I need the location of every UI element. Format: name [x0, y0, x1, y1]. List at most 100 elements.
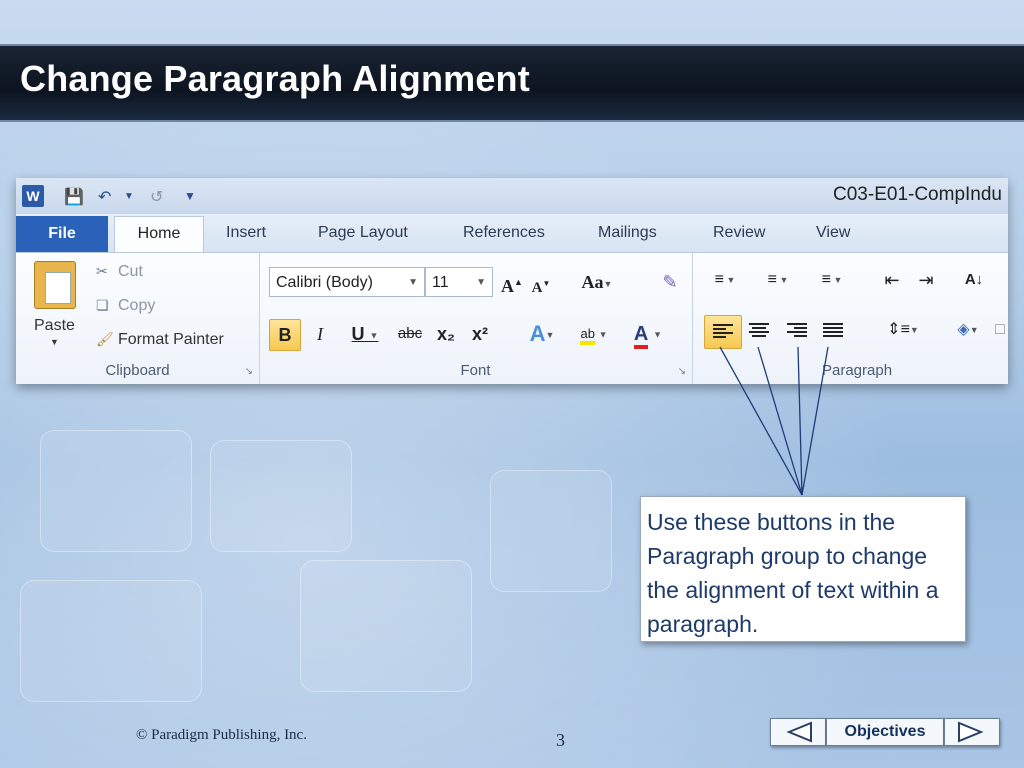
font-size-value: 11	[432, 274, 449, 291]
clear-formatting-icon[interactable]: ✎	[657, 267, 683, 297]
bold-button[interactable]: B	[269, 319, 301, 351]
copy-label: Copy	[118, 297, 156, 314]
font-color-label: A	[633, 323, 648, 349]
text-effects-button[interactable]: A▼	[519, 319, 565, 349]
underline-label: U	[351, 324, 365, 344]
font-name-value: Calibri (Body)	[276, 274, 373, 291]
customize-toolbar-icon[interactable]: ▼	[184, 189, 196, 203]
ribbon-body: Paste ▼ ✂ Cut ❏ Copy 🖌 Format Painter Clipb…	[16, 252, 1008, 384]
slide-title: Change Paragraph Alignment	[20, 58, 530, 99]
bullets-icon[interactable]: ≡ ▼	[706, 265, 744, 295]
underline-button[interactable]: U ▼	[341, 319, 389, 349]
increase-indent-icon[interactable]: ⇥	[912, 265, 940, 295]
italic-button[interactable]: I	[307, 319, 333, 349]
page-number: 3	[556, 730, 565, 750]
tab-references[interactable]: References	[463, 224, 545, 242]
previous-slide-button[interactable]	[770, 718, 826, 746]
word-app-icon[interactable]: W	[22, 185, 44, 207]
font-size-combo[interactable]: 11 ▼	[425, 267, 493, 297]
keyboard-key-decoration	[210, 440, 352, 552]
word-ribbon-screenshot: W 💾 ↶ ▼ ↺ ▼ C03-E01-CompIndu File Home I…	[16, 178, 1008, 384]
chevron-down-icon: ▼	[545, 330, 555, 341]
justify-icon	[823, 323, 843, 337]
paragraph-group: ≡ ▼ ≡ ▼ ≡ ▼ ⇤ ⇥ A↓ ⇕≡▼ ◈▼ □ Paragraph	[692, 253, 1008, 384]
decrease-indent-icon[interactable]: ⇤	[878, 265, 906, 295]
paste-dropdown-icon[interactable]: ▼	[50, 337, 59, 347]
paste-icon[interactable]	[34, 261, 76, 309]
align-left-icon	[713, 324, 733, 338]
tab-review[interactable]: Review	[713, 224, 765, 242]
keyboard-key-decoration	[20, 580, 202, 702]
line-spacing-icon[interactable]: ⇕≡▼	[882, 315, 924, 345]
superscript-button[interactable]: x²	[465, 319, 495, 349]
undo-dropdown-icon[interactable]: ▼	[124, 191, 134, 202]
undo-icon[interactable]: ↶	[98, 187, 111, 207]
tab-home[interactable]: Home	[114, 216, 204, 254]
callout-box: Use these buttons in the Paragraph group…	[640, 496, 966, 642]
keyboard-key-decoration	[300, 560, 472, 692]
font-dialog-launcher-icon[interactable]: ↘	[678, 366, 686, 377]
next-slide-button[interactable]	[944, 718, 1000, 746]
font-color-button[interactable]: A ▼	[623, 319, 673, 349]
cut-label: Cut	[118, 263, 143, 280]
title-bar: Change Paragraph Alignment	[0, 44, 1024, 122]
bold-label: B	[278, 325, 292, 345]
chevron-down-icon: ▼	[598, 329, 608, 340]
align-right-button[interactable]	[780, 315, 814, 347]
quick-access-toolbar: W 💾 ↶ ▼ ↺ ▼ C03-E01-CompIndu	[16, 178, 1008, 214]
chevron-down-icon: ▼	[476, 277, 486, 288]
objectives-button[interactable]: Objectives	[826, 718, 944, 746]
copy-button[interactable]: ❏ Copy	[96, 297, 155, 315]
chevron-down-icon: ▼	[603, 278, 613, 289]
redo-icon[interactable]: ↺	[150, 187, 163, 207]
subscript-button[interactable]: x₂	[431, 319, 461, 349]
font-group: Calibri (Body) ▼ 11 ▼ A▲ A▼ Aa▼ ✎ B I U …	[259, 253, 693, 384]
triangle-right-icon	[958, 721, 984, 743]
format-painter-label: Format Painter	[118, 331, 224, 348]
align-right-icon	[787, 323, 807, 337]
shrink-font-button[interactable]: A▼	[529, 269, 553, 299]
clipboard-group-label: Clipboard	[105, 362, 170, 379]
clipboard-dialog-launcher-icon[interactable]: ↘	[245, 366, 253, 377]
keyboard-key-decoration	[490, 470, 612, 592]
change-case-label: Aa	[581, 272, 604, 292]
chevron-down-icon: ▼	[653, 329, 663, 340]
strikethrough-label: abc	[397, 325, 423, 342]
borders-icon[interactable]: □	[992, 315, 1008, 345]
shading-icon[interactable]: ◈▼	[948, 315, 988, 345]
change-case-button[interactable]: Aa▼	[577, 267, 617, 297]
highlight-color-button[interactable]: ab ▼	[569, 319, 619, 349]
tab-insert[interactable]: Insert	[226, 224, 266, 242]
paintbrush-icon: 🖌	[96, 331, 114, 347]
tab-page-layout[interactable]: Page Layout	[318, 224, 408, 242]
strikethrough-button[interactable]: abc	[393, 319, 427, 349]
chevron-down-icon: ▼	[408, 277, 418, 288]
align-left-button[interactable]	[704, 315, 742, 349]
footer-copyright: © Paradigm Publishing, Inc.	[136, 727, 307, 743]
italic-label: I	[317, 324, 323, 344]
cut-button[interactable]: ✂ Cut	[96, 263, 143, 281]
chevron-down-icon: ▼	[369, 330, 379, 341]
tab-file[interactable]: File	[16, 216, 108, 252]
save-icon[interactable]: 💾	[64, 187, 84, 207]
keyboard-key-decoration	[40, 430, 192, 552]
copy-icon: ❏	[96, 297, 109, 313]
font-name-combo[interactable]: Calibri (Body) ▼	[269, 267, 425, 297]
clipboard-group: Paste ▼ ✂ Cut ❏ Copy 🖌 Format Painter Clipb…	[16, 253, 260, 384]
numbering-icon[interactable]: ≡ ▼	[758, 265, 798, 295]
sort-label: A↓	[964, 271, 984, 288]
font-group-label: Font	[460, 362, 491, 379]
superscript-label: x²	[471, 324, 488, 344]
multilevel-list-icon[interactable]: ≡ ▼	[812, 265, 852, 295]
paste-button[interactable]: Paste	[34, 317, 75, 335]
tab-view[interactable]: View	[816, 224, 850, 242]
format-painter-button[interactable]: 🖌 Format Painter	[96, 331, 224, 349]
document-title: C03-E01-CompIndu	[833, 184, 1002, 205]
sort-icon[interactable]: A↓	[958, 265, 990, 295]
center-button[interactable]	[742, 315, 776, 347]
tab-mailings[interactable]: Mailings	[598, 224, 657, 242]
paragraph-group-label: Paragraph	[822, 362, 893, 379]
justify-button[interactable]	[816, 315, 850, 347]
subscript-label: x₂	[436, 324, 455, 344]
grow-font-button[interactable]: A▲	[499, 267, 525, 297]
